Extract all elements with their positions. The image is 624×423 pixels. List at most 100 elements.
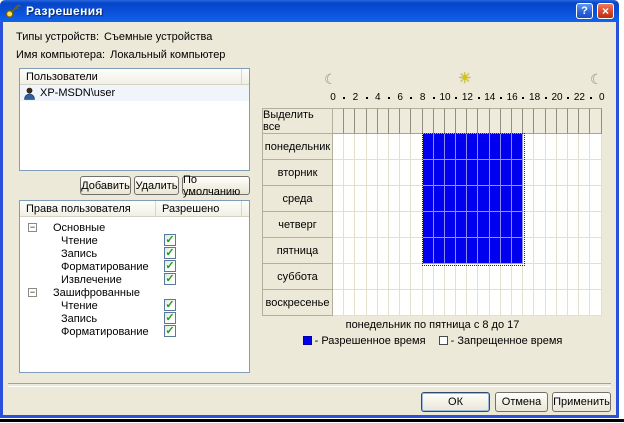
schedule-cell[interactable] <box>367 264 378 290</box>
rights-row[interactable]: Чтение✓ <box>20 299 249 312</box>
schedule-cell[interactable] <box>456 186 467 212</box>
help-button[interactable]: ? <box>576 3 593 19</box>
schedule-cell[interactable] <box>534 238 545 264</box>
day-button-суббота[interactable]: суббота <box>262 264 333 290</box>
schedule-cell[interactable] <box>423 238 434 264</box>
schedule-cell[interactable] <box>355 134 366 160</box>
schedule-cell[interactable] <box>512 264 523 290</box>
schedule-cell[interactable] <box>478 290 489 316</box>
apply-button[interactable]: Применить <box>552 392 611 412</box>
schedule-cell[interactable] <box>456 212 467 238</box>
schedule-cell[interactable] <box>467 186 478 212</box>
schedule-cell[interactable] <box>568 186 579 212</box>
schedule-cell[interactable] <box>467 264 478 290</box>
schedule-cell[interactable] <box>512 238 523 264</box>
schedule-cell[interactable] <box>367 186 378 212</box>
schedule-cell[interactable] <box>400 186 411 212</box>
day-button-пятница[interactable]: пятница <box>262 238 333 264</box>
hour-column-header[interactable] <box>400 108 411 134</box>
schedule-cell[interactable] <box>546 238 557 264</box>
schedule-cell[interactable] <box>378 134 389 160</box>
schedule-cell[interactable] <box>546 290 557 316</box>
schedule-cell[interactable] <box>590 212 601 238</box>
users-list-header[interactable]: Пользователи <box>20 69 249 85</box>
rights-list-header[interactable]: Права пользователя Разрешено <box>20 201 249 217</box>
schedule-cell[interactable] <box>501 238 512 264</box>
title-bar[interactable]: Разрешения ? × <box>0 0 619 22</box>
schedule-cell[interactable] <box>367 290 378 316</box>
schedule-cell[interactable] <box>378 238 389 264</box>
schedule-cell[interactable] <box>501 212 512 238</box>
schedule-cell[interactable] <box>445 290 456 316</box>
schedule-cell[interactable] <box>411 160 422 186</box>
hour-column-header[interactable] <box>378 108 389 134</box>
hour-column-header[interactable] <box>512 108 523 134</box>
schedule-cell[interactable] <box>367 134 378 160</box>
schedule-cell[interactable] <box>423 186 434 212</box>
schedule-cell[interactable] <box>445 186 456 212</box>
schedule-cell[interactable] <box>478 212 489 238</box>
schedule-cell[interactable] <box>501 290 512 316</box>
schedule-cell[interactable] <box>523 160 534 186</box>
default-permissions-button[interactable]: По умолчанию <box>182 176 250 195</box>
schedule-cell[interactable] <box>557 290 568 316</box>
permission-checkbox[interactable]: ✓ <box>164 234 176 246</box>
day-button-среда[interactable]: среда <box>262 186 333 212</box>
schedule-cell[interactable] <box>400 290 411 316</box>
permission-checkbox[interactable]: ✓ <box>164 273 176 285</box>
hour-column-header[interactable] <box>344 108 355 134</box>
schedule-cell[interactable] <box>557 212 568 238</box>
schedule-cell[interactable] <box>490 212 501 238</box>
schedule-cell[interactable] <box>534 186 545 212</box>
schedule-cell[interactable] <box>590 290 601 316</box>
permission-checkbox[interactable]: ✓ <box>164 260 176 272</box>
schedule-cell[interactable] <box>512 134 523 160</box>
hour-column-header[interactable] <box>411 108 422 134</box>
schedule-cell[interactable] <box>333 264 344 290</box>
schedule-cell[interactable] <box>445 238 456 264</box>
schedule-cell[interactable] <box>434 290 445 316</box>
schedule-cell[interactable] <box>456 160 467 186</box>
schedule-cell[interactable] <box>389 212 400 238</box>
schedule-cell[interactable] <box>523 290 534 316</box>
permission-checkbox[interactable]: ✓ <box>164 325 176 337</box>
hour-column-header[interactable] <box>523 108 534 134</box>
permission-checkbox[interactable]: ✓ <box>164 247 176 259</box>
permission-checkbox[interactable]: ✓ <box>164 299 176 311</box>
schedule-cell[interactable] <box>557 264 568 290</box>
schedule-cell[interactable] <box>490 264 501 290</box>
schedule-cell[interactable] <box>590 160 601 186</box>
schedule-cell[interactable] <box>490 160 501 186</box>
schedule-cell[interactable] <box>411 290 422 316</box>
schedule-cell[interactable] <box>355 186 366 212</box>
schedule-cell[interactable] <box>378 212 389 238</box>
schedule-cell[interactable] <box>579 212 590 238</box>
cancel-button[interactable]: Отмена <box>495 392 548 412</box>
schedule-cell[interactable] <box>456 134 467 160</box>
user-list-item[interactable]: XP-MSDN\user <box>20 85 249 101</box>
schedule-cell[interactable] <box>490 290 501 316</box>
allowed-column-header[interactable]: Разрешено <box>156 201 242 216</box>
hour-column-header[interactable] <box>456 108 467 134</box>
schedule-cell[interactable] <box>389 186 400 212</box>
schedule-cell[interactable] <box>367 160 378 186</box>
schedule-cell[interactable] <box>423 264 434 290</box>
schedule-cell[interactable] <box>411 186 422 212</box>
add-user-button[interactable]: Добавить <box>80 176 131 195</box>
day-button-понедельник[interactable]: понедельник <box>262 134 333 160</box>
schedule-cell[interactable] <box>378 264 389 290</box>
hour-column-header[interactable] <box>367 108 378 134</box>
schedule-cell[interactable] <box>557 186 568 212</box>
hour-column-header[interactable] <box>490 108 501 134</box>
schedule-cell[interactable] <box>400 212 411 238</box>
schedule-cell[interactable] <box>423 212 434 238</box>
hour-column-header[interactable] <box>355 108 366 134</box>
schedule-cell[interactable] <box>434 238 445 264</box>
schedule-cell[interactable] <box>355 160 366 186</box>
schedule-cell[interactable] <box>434 212 445 238</box>
schedule-cell[interactable] <box>568 238 579 264</box>
schedule-cell[interactable] <box>490 134 501 160</box>
schedule-cell[interactable] <box>378 160 389 186</box>
schedule-cell[interactable] <box>355 264 366 290</box>
schedule-cell[interactable] <box>467 290 478 316</box>
